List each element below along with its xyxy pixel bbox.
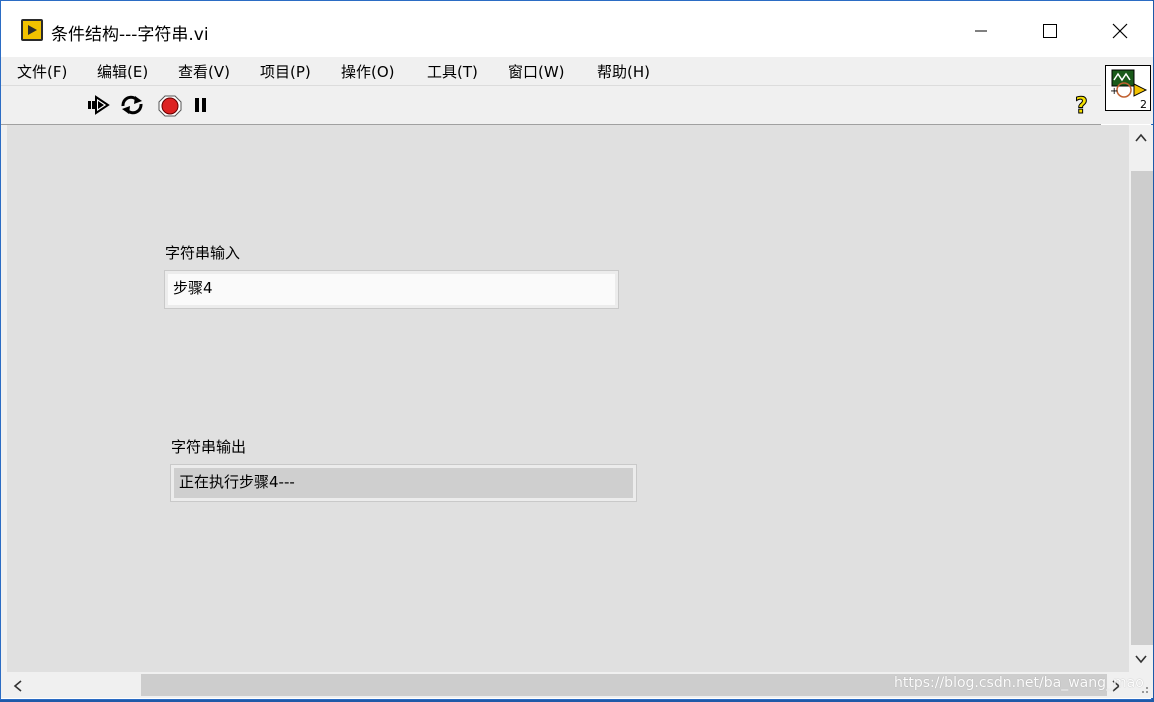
close-icon [1112, 23, 1128, 39]
string-output-value: 正在执行步骤4--- [179, 473, 295, 491]
maximize-button[interactable] [1027, 11, 1073, 51]
menu-project[interactable]: 项目(P) [260, 61, 311, 82]
context-help-button[interactable]: ? [1073, 93, 1093, 121]
abort-icon [158, 95, 182, 117]
run-continuously-icon [121, 95, 143, 115]
menu-edit[interactable]: 编辑(E) [97, 61, 148, 82]
labview-app-icon[interactable] [21, 19, 43, 41]
window-title: 条件结构---字符串.vi [51, 25, 209, 45]
pause-button[interactable] [193, 95, 209, 119]
chevron-left-icon [13, 680, 22, 692]
menu-window[interactable]: 窗口(W) [508, 61, 565, 82]
labview-window: 条件结构---字符串.vi 文件(F) 编辑(E) 查看(V) 项目(P) 操作… [0, 0, 1153, 700]
run-arrow-icon [88, 95, 110, 115]
string-output-indicator: 正在执行步骤4--- [170, 464, 637, 502]
scroll-down-button[interactable] [1133, 652, 1149, 670]
maximize-icon [1043, 24, 1057, 38]
pause-icon [195, 98, 206, 112]
chevron-down-icon [1135, 655, 1147, 664]
menu-file[interactable]: 文件(F) [17, 61, 67, 82]
minimize-icon [975, 30, 987, 32]
svg-text:+: + [1110, 86, 1118, 97]
string-output-label: 字符串输出 [171, 438, 247, 456]
help-question-icon: ? [1075, 94, 1089, 120]
string-input-label: 字符串输入 [165, 244, 241, 262]
menu-help[interactable]: 帮助(H) [597, 61, 650, 82]
scroll-up-button[interactable] [1133, 131, 1149, 149]
menu-bar: 文件(F) 编辑(E) 查看(V) 项目(P) 操作(O) 工具(T) 窗口(W… [1, 57, 1101, 85]
chevron-up-icon [1135, 133, 1147, 142]
menu-operate[interactable]: 操作(O) [341, 61, 395, 82]
close-button[interactable] [1097, 11, 1143, 51]
svg-text:2: 2 [1140, 98, 1147, 110]
vertical-scroll-thumb[interactable] [1131, 171, 1153, 645]
abort-button[interactable] [158, 95, 182, 121]
run-continuously-button[interactable] [119, 95, 145, 119]
vi-connector-icon: + 2 [1110, 69, 1148, 111]
vi-icon[interactable]: + 2 [1105, 65, 1151, 111]
minimize-button[interactable] [958, 11, 1004, 51]
scroll-left-button[interactable] [11, 678, 25, 698]
run-button[interactable] [87, 95, 111, 119]
watermark-text: https://blog.csdn.net/ba_wang_mao [894, 675, 1144, 691]
title-bar[interactable]: 条件结构---字符串.vi [1, 1, 1153, 57]
string-input-value[interactable]: 步骤4 [168, 274, 615, 305]
front-panel [7, 125, 1129, 672]
menu-tools[interactable]: 工具(T) [427, 61, 478, 82]
svg-text:?: ? [1075, 94, 1088, 117]
string-input-control[interactable]: 步骤4 [164, 270, 619, 309]
menu-view[interactable]: 查看(V) [178, 61, 230, 82]
